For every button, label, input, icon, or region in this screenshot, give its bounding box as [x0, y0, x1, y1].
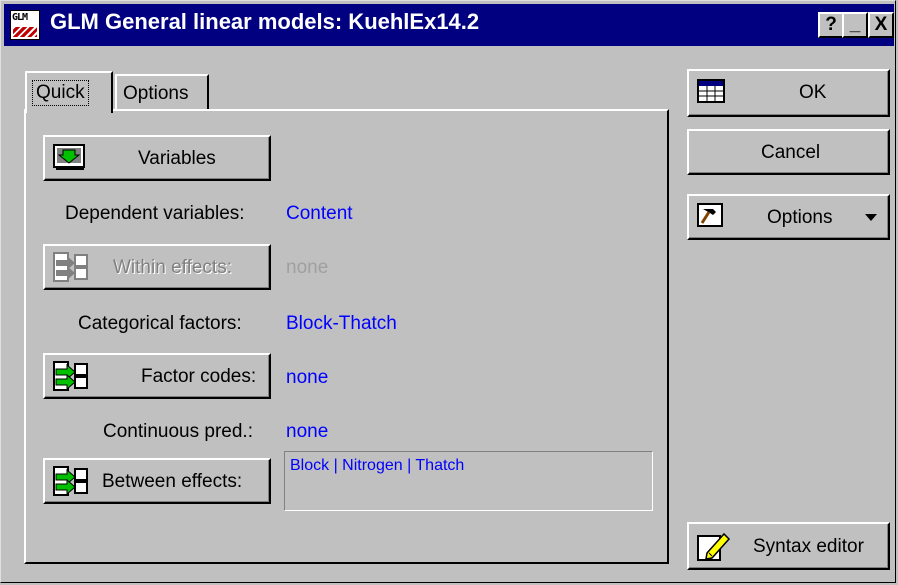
window-title: GLM General linear models: KuehlEx14.2: [50, 9, 480, 34]
ok-button[interactable]: OK: [687, 69, 890, 117]
between-effects-button[interactable]: Between effects:: [43, 458, 271, 504]
dependent-variables-value: Content: [286, 203, 353, 224]
close-button[interactable]: X: [868, 12, 894, 38]
dependent-variables-label: Dependent variables:: [65, 203, 245, 224]
pencil-note-icon: [697, 532, 731, 561]
minimize-button[interactable]: _: [842, 12, 868, 38]
between-effects-button-label: Between effects:: [102, 471, 243, 492]
help-button[interactable]: ?: [818, 12, 844, 38]
categorical-factors-label: Categorical factors:: [78, 313, 242, 334]
within-effects-value: none: [286, 257, 329, 278]
effects-icon: [53, 252, 88, 282]
within-effects-button-label: Within effects:: [113, 257, 232, 278]
syntax-editor-button-label: Syntax editor: [753, 536, 864, 557]
tab-quick[interactable]: Quick: [25, 71, 113, 113]
tab-options[interactable]: Options: [115, 74, 209, 110]
ok-button-label: OK: [799, 82, 827, 103]
between-effects-box[interactable]: Block | Nitrogen | Thatch: [284, 451, 653, 511]
categorical-factors-value: Block-Thatch: [286, 313, 397, 334]
app-icon-text: GLM: [12, 12, 28, 23]
hammer-icon: [697, 203, 723, 227]
triangle-down-icon: [865, 214, 877, 221]
between-effects-value: Block | Nitrogen | Thatch: [290, 457, 465, 474]
factor-codes-button-label: Factor codes:: [141, 366, 257, 387]
options-button-label: Options: [767, 207, 833, 228]
glm-dialog-window: GLM GLM General linear models: KuehlEx14…: [0, 0, 896, 583]
tab-options-label: Options: [123, 83, 189, 104]
variables-button[interactable]: Variables: [43, 135, 271, 181]
tab-quick-label: Quick: [32, 80, 89, 106]
options-button[interactable]: Options: [687, 194, 890, 240]
effects-icon: [53, 466, 88, 496]
syntax-editor-button[interactable]: Syntax editor: [687, 522, 890, 570]
spreadsheet-icon: [697, 79, 725, 103]
continuous-pred-value: none: [286, 421, 329, 442]
variables-button-label: Variables: [138, 148, 216, 169]
factor-codes-button[interactable]: Factor codes:: [43, 353, 271, 399]
cancel-button[interactable]: Cancel: [687, 129, 890, 175]
effects-icon: [53, 361, 88, 391]
within-effects-button[interactable]: Within effects:: [43, 244, 271, 290]
title-bar[interactable]: GLM GLM General linear models: KuehlEx14…: [4, 4, 894, 46]
cancel-button-label: Cancel: [761, 142, 821, 163]
continuous-pred-label: Continuous pred.:: [103, 421, 253, 442]
factor-codes-value: none: [286, 367, 329, 388]
variables-icon: [53, 144, 85, 170]
glm-app-icon[interactable]: GLM: [10, 10, 40, 40]
